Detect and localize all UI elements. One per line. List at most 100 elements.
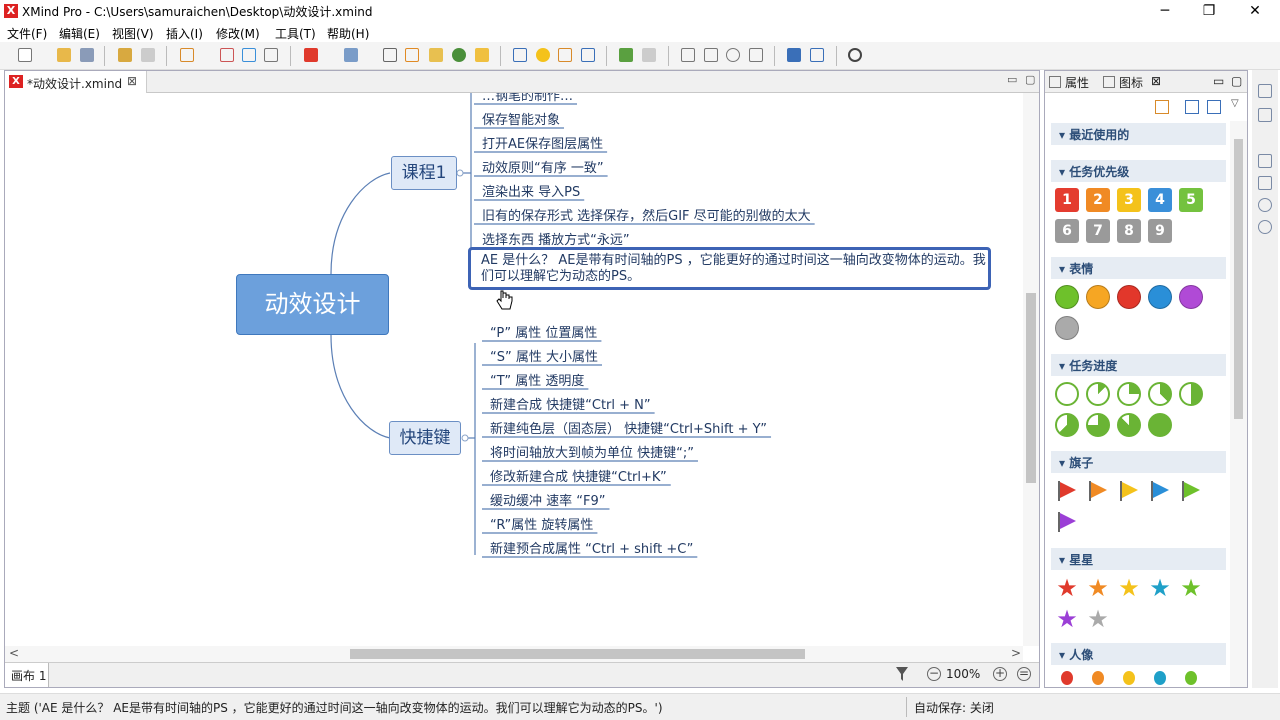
tab-icons[interactable]: 图标 <box>1119 74 1143 91</box>
section-stars[interactable]: ▾ 星星 <box>1051 548 1226 570</box>
subtopic-icon[interactable] <box>220 48 234 62</box>
subtopic[interactable]: 新建纯色层（固态层） 快捷键“Ctrl+Shift + Y” <box>490 418 767 437</box>
comment-icon[interactable] <box>475 48 489 62</box>
restore-pane-icon[interactable] <box>1258 154 1272 168</box>
scroll-right-icon[interactable]: > <box>1011 646 1021 660</box>
zoom-in-button[interactable]: + <box>993 667 1007 681</box>
subtopic[interactable]: “R”属性 旋转属性 <box>490 514 593 533</box>
save-icon[interactable] <box>80 48 94 62</box>
menu-view[interactable]: 视图(V) <box>112 25 154 42</box>
flag-icon[interactable] <box>1055 479 1079 503</box>
progress-icon[interactable] <box>1117 413 1141 437</box>
scrollbar-thumb[interactable] <box>1026 293 1036 483</box>
star-icon[interactable]: ★ <box>1148 576 1172 600</box>
subtopic[interactable]: “T” 属性 透明度 <box>490 370 584 389</box>
minimize-pane-icon[interactable]: ▭ <box>1007 73 1017 86</box>
star-icon[interactable]: ★ <box>1179 576 1203 600</box>
task-view-icon[interactable] <box>1258 108 1272 122</box>
subtopic[interactable]: 打开AE保存图层属性 <box>482 133 603 152</box>
smiley-icon[interactable] <box>1055 285 1079 309</box>
priority-7-icon[interactable]: 7 <box>1086 219 1110 243</box>
minimize-pane-icon[interactable]: ▭ <box>1213 74 1224 88</box>
subtopic[interactable]: 修改新建合成 快捷键“Ctrl+K” <box>490 466 667 485</box>
minimize-button[interactable]: ─ <box>1142 0 1188 22</box>
scroll-left-icon[interactable]: < <box>9 646 19 660</box>
subtopic[interactable]: 选择东西 播放方式“永远” <box>482 229 630 248</box>
marker-manage-icon[interactable] <box>1155 100 1169 114</box>
idea-icon[interactable] <box>536 48 550 62</box>
scrollbar-thumb[interactable] <box>1234 139 1243 419</box>
subtopic[interactable]: 新建合成 快捷键“Ctrl + N” <box>490 394 651 413</box>
subtopic[interactable]: 保存智能对象 <box>482 109 560 128</box>
person-icon[interactable] <box>1185 671 1197 685</box>
subtopic[interactable]: “S” 属性 大小属性 <box>490 346 598 365</box>
flag-icon[interactable] <box>1117 479 1141 503</box>
person-icon[interactable] <box>1123 671 1135 685</box>
marker-flag-icon[interactable] <box>304 48 318 62</box>
smiley-icon[interactable] <box>1148 285 1172 309</box>
attachment-icon[interactable] <box>383 48 397 62</box>
selected-subtopic[interactable]: AE 是什么？ AE是带有时间轴的PS ，它能更好的通过时间这一轴向改变物体的运… <box>468 247 991 290</box>
priority-8-icon[interactable]: 8 <box>1117 219 1141 243</box>
subtopic[interactable]: 将时间轴放大到帧为单位 快捷键“;” <box>490 442 694 461</box>
subtopic[interactable]: “P” 属性 位置属性 <box>490 322 597 341</box>
outline-icon[interactable] <box>558 48 572 62</box>
menu-insert[interactable]: 插入(I) <box>166 25 203 42</box>
share-icon[interactable] <box>787 48 801 62</box>
priority-6-icon[interactable]: 6 <box>1055 219 1079 243</box>
priority-9-icon[interactable]: 9 <box>1148 219 1172 243</box>
export-icon[interactable] <box>1207 100 1221 114</box>
progress-icon[interactable] <box>1179 382 1203 406</box>
mind-map-canvas[interactable]: 动效设计 课程1 快捷键 …钢笔的制作… 保存智能对象 打开AE保存图层属性 动… <box>5 93 1023 646</box>
subtopic[interactable]: 缓动缓冲 速率 “F9” <box>490 490 605 509</box>
maximize-pane-icon[interactable]: ▢ <box>1231 74 1242 88</box>
autosave-status[interactable]: 自动保存: 关闭 <box>914 699 994 716</box>
main-topic-course1[interactable]: 课程1 <box>391 156 457 190</box>
flag-icon[interactable] <box>1148 479 1172 503</box>
priority-5-icon[interactable]: 5 <box>1179 188 1203 212</box>
insert-topic-icon[interactable] <box>180 48 194 62</box>
flag-icon[interactable] <box>1086 479 1110 503</box>
star-icon[interactable]: ★ <box>1086 576 1110 600</box>
close-icon[interactable]: ⊠ <box>127 74 137 88</box>
zoom-out-button[interactable]: − <box>927 667 941 681</box>
subtopic[interactable]: 新建预合成属性 “Ctrl + shift +C” <box>490 538 693 557</box>
new-file-icon[interactable] <box>18 48 32 62</box>
section-people[interactable]: ▾ 人像 <box>1051 643 1226 665</box>
drill-up-icon[interactable] <box>642 48 656 62</box>
section-flags[interactable]: ▾ 旗子 <box>1051 451 1226 473</box>
menu-edit[interactable]: 编辑(E) <box>59 25 100 42</box>
subtopic-cut-off[interactable]: …钢笔的制作… <box>482 93 573 104</box>
close-icon[interactable]: ⊠ <box>1151 74 1161 88</box>
smiley-icon[interactable] <box>1117 285 1141 309</box>
open-folder-icon[interactable] <box>57 48 71 62</box>
search-icon[interactable] <box>1258 198 1272 212</box>
smiley-icon[interactable] <box>1179 285 1203 309</box>
restore-pane-icon[interactable] <box>1258 84 1272 98</box>
panel-scrollbar[interactable] <box>1230 121 1247 687</box>
chevron-down-icon[interactable]: ▽ <box>1231 98 1239 109</box>
progress-icon[interactable] <box>1117 382 1141 406</box>
label-icon[interactable] <box>405 48 419 62</box>
undo-icon[interactable] <box>118 48 132 62</box>
priority-3-icon[interactable]: 3 <box>1117 188 1141 212</box>
menu-file[interactable]: 文件(F) <box>7 25 47 42</box>
clock-icon[interactable] <box>1258 220 1272 234</box>
subtopic[interactable]: 旧有的保存形式 选择保存，然后GIF 尽可能的别做的太大 <box>482 205 811 224</box>
menu-tools[interactable]: 工具(T) <box>275 25 316 42</box>
relationship-icon[interactable] <box>264 48 278 62</box>
redo-icon[interactable] <box>141 48 155 62</box>
progress-icon[interactable] <box>1148 382 1172 406</box>
section-priority[interactable]: ▾ 任务优先级 <box>1051 160 1226 182</box>
filter-icon[interactable] <box>895 666 909 682</box>
search-icon[interactable] <box>749 48 763 62</box>
restore-button[interactable]: ❐ <box>1186 0 1232 22</box>
drill-down-icon[interactable] <box>619 48 633 62</box>
import-icon[interactable] <box>1185 100 1199 114</box>
image-icon[interactable] <box>344 48 358 62</box>
export-icon[interactable] <box>810 48 824 62</box>
star-icon[interactable]: ★ <box>1086 607 1110 631</box>
main-topic-shortcuts[interactable]: 快捷键 <box>389 421 461 455</box>
priority-1-icon[interactable]: 1 <box>1055 188 1079 212</box>
vertical-scrollbar[interactable] <box>1023 93 1039 646</box>
